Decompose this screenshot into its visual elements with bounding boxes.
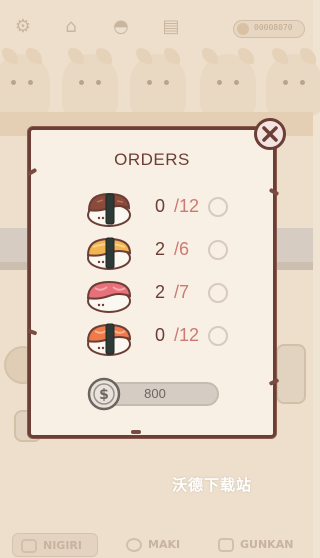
order-count-target: /7 xyxy=(174,282,190,302)
coin-icon xyxy=(237,23,249,35)
order-count-current: 0 xyxy=(155,325,166,345)
sushi-category-tabs: NIGIRI MAKI GUNKAN xyxy=(0,530,313,558)
tab-maki[interactable]: MAKI xyxy=(118,533,192,557)
orders-dialog: ORDERS 0 /12 2 /6 2 /7 0 /12 800 $ xyxy=(26,127,280,438)
svg-text:$: $ xyxy=(99,387,109,403)
customer-hamster[interactable] xyxy=(266,48,320,116)
order-count-target: /6 xyxy=(174,239,190,259)
nigiri-tab-icon xyxy=(21,539,37,553)
gear-icon[interactable]: ⚙ xyxy=(12,16,34,38)
clipboard-icon[interactable]: ▤ xyxy=(160,16,182,38)
tamago-nigiri-icon xyxy=(86,237,132,270)
order-check-circle xyxy=(208,240,228,260)
customers-row xyxy=(0,40,320,118)
order-row-salmon: 0 /12 xyxy=(31,317,273,357)
customer-tabby-cat[interactable] xyxy=(62,48,118,116)
order-row-eel: 0 /12 xyxy=(31,188,273,228)
tab-gunkan[interactable]: GUNKAN xyxy=(210,533,306,557)
ingredient-card[interactable] xyxy=(276,344,306,404)
shop-icon[interactable]: ⌂ xyxy=(60,16,82,38)
order-count-current: 2 xyxy=(155,282,166,302)
order-row-tuna: 2 /7 xyxy=(31,274,273,314)
customer-dog[interactable] xyxy=(200,48,256,116)
customer-fox[interactable] xyxy=(130,48,186,116)
coin-value: 00008070 xyxy=(254,23,293,32)
tab-nigiri[interactable]: NIGIRI xyxy=(12,533,98,557)
close-icon xyxy=(262,126,278,142)
maki-tab-icon xyxy=(126,538,142,552)
customer-bunny[interactable] xyxy=(0,48,50,116)
order-count-current: 2 xyxy=(155,239,166,259)
gunkan-tab-icon xyxy=(218,538,234,552)
order-check-circle xyxy=(208,197,228,217)
coin-dollar-icon: $ xyxy=(87,377,121,411)
order-check-circle xyxy=(208,283,228,303)
eel-nigiri-icon xyxy=(87,192,131,227)
order-count-current: 0 xyxy=(155,196,166,216)
tuna-nigiri-icon xyxy=(86,280,132,313)
coin-counter: 00008070 xyxy=(233,20,305,38)
close-button[interactable] xyxy=(254,118,286,150)
orders-title: ORDERS xyxy=(114,150,190,169)
order-count-target: /12 xyxy=(174,196,200,216)
order-check-circle xyxy=(208,326,228,346)
watermark-text: 沃德下载站 xyxy=(172,476,253,494)
top-bar: ⚙ ⌂ ◓ ▤ 00008070 xyxy=(0,0,313,44)
cat-bowl-icon[interactable]: ◓ xyxy=(110,16,132,38)
order-count-target: /12 xyxy=(174,325,200,345)
salmon-nigiri-icon xyxy=(86,323,132,356)
order-row-tamago: 2 /6 xyxy=(31,231,273,271)
